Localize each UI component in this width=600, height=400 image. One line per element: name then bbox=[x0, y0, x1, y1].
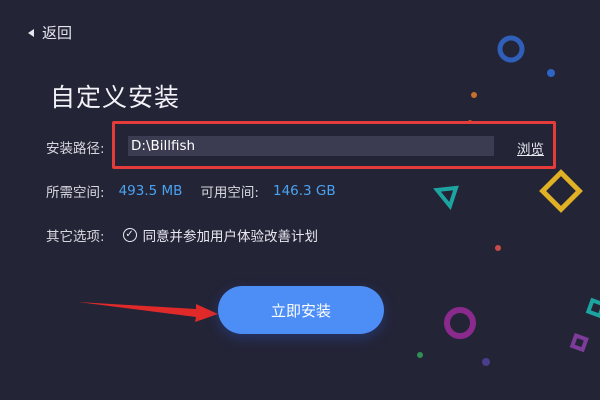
check-circle-icon[interactable]: ✓ bbox=[122, 228, 137, 242]
deco-square-cyan bbox=[585, 297, 600, 319]
other-options-row: 其它选项: ✓ 同意并参加用户体验改善计划 bbox=[46, 225, 318, 245]
agree-improvement-checkbox-label[interactable]: 同意并参加用户体验改善计划 bbox=[143, 225, 319, 245]
back-label: 返回 bbox=[42, 24, 73, 42]
red-arrow-icon bbox=[78, 302, 218, 322]
required-space-value: 493.5 MB bbox=[118, 183, 183, 199]
install-path-input[interactable] bbox=[128, 136, 494, 156]
deco-triangle-teal bbox=[433, 185, 459, 211]
deco-dot-green bbox=[417, 352, 423, 358]
browse-link[interactable]: 浏览 bbox=[517, 138, 544, 158]
available-space-value: 146.3 GB bbox=[272, 183, 336, 199]
space-info-row: 所需空间: 493.5 MB 可用空间: 146.3 GB bbox=[46, 181, 354, 201]
deco-diamond-yellow bbox=[539, 169, 583, 213]
install-now-button[interactable]: 立即安装 bbox=[218, 286, 384, 334]
page-title: 自定义安装 bbox=[50, 83, 181, 112]
deco-dot-orange-small bbox=[468, 120, 472, 124]
deco-square-purple bbox=[569, 333, 589, 353]
back-button[interactable]: 返回 bbox=[28, 22, 72, 43]
other-options-label: 其它选项: bbox=[46, 229, 105, 245]
deco-dot-purple bbox=[482, 358, 490, 366]
deco-ring-blue bbox=[497, 35, 525, 63]
install-path-label: 安装路径: bbox=[46, 141, 105, 157]
deco-ring-magenta bbox=[444, 307, 476, 339]
available-space-label: 可用空间: bbox=[200, 185, 259, 201]
deco-dot-orange bbox=[471, 92, 477, 98]
deco-dot-blue bbox=[547, 69, 555, 77]
back-caret-icon bbox=[28, 28, 34, 37]
deco-dot-red bbox=[495, 245, 501, 251]
required-space-label: 所需空间: bbox=[46, 185, 105, 201]
install-path-row: 安装路径: bbox=[46, 137, 105, 157]
